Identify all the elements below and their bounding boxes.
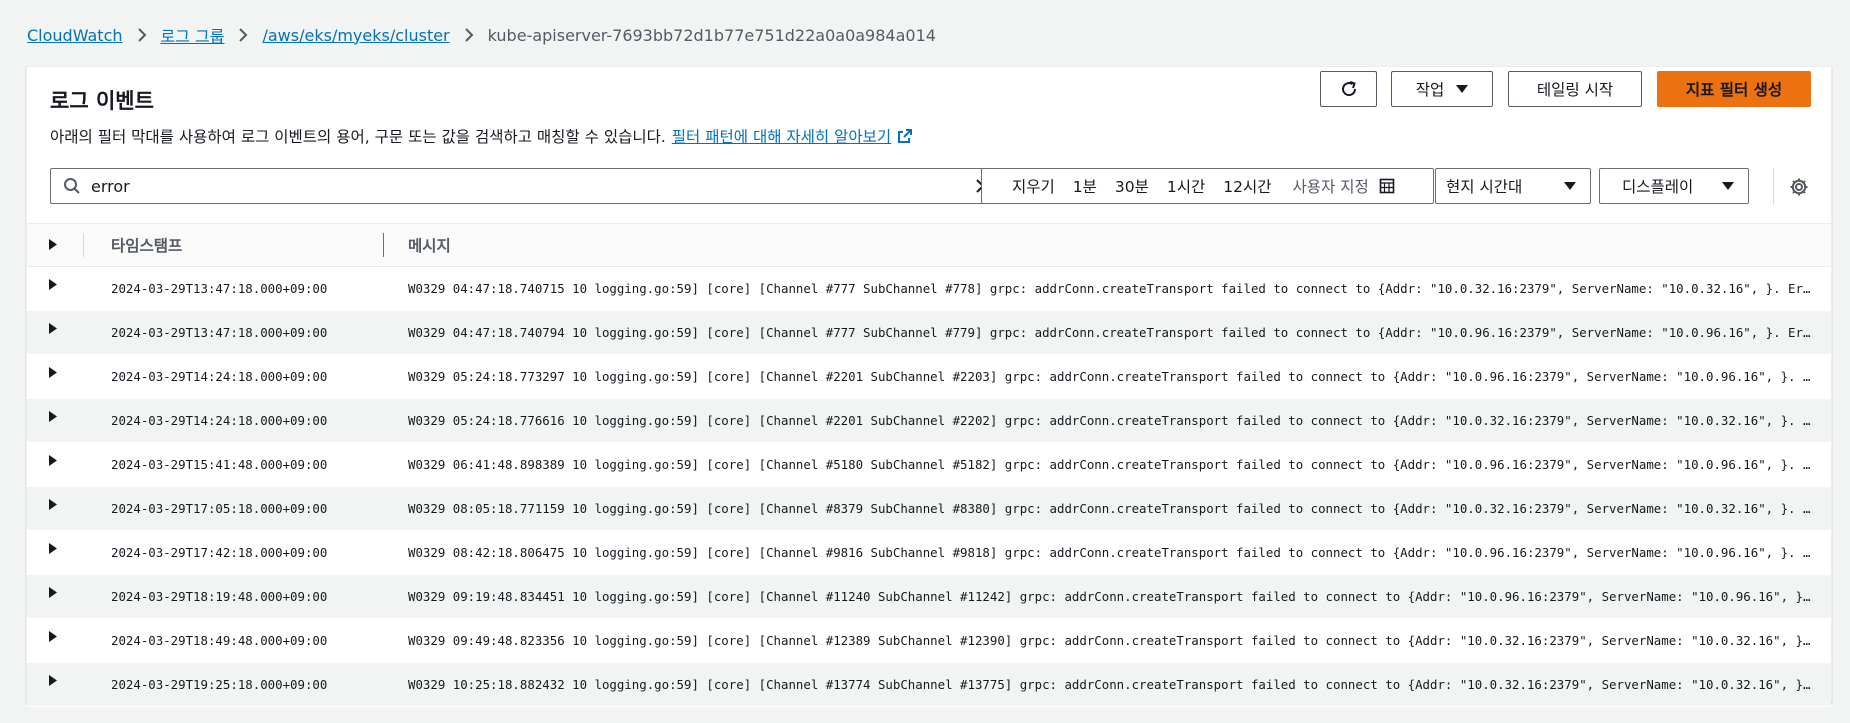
breadcrumb-cloudwatch[interactable]: CloudWatch (27, 26, 123, 45)
time-range-clear[interactable]: 지우기 (982, 175, 1064, 197)
log-events-table: 타임스탬프 메시지 2024-03-29T13:47:18.000+09:00 W… (27, 223, 1831, 707)
table-header: 타임스탬프 메시지 (27, 223, 1831, 267)
filter-pattern-learn-more-link[interactable]: 필터 패턴에 대해 자세히 알아보기 (672, 125, 891, 147)
breadcrumb: CloudWatch 로그 그룹 /aws/eks/myeks/cluster … (27, 22, 936, 48)
row-timestamp: 2024-03-29T13:47:18.000+09:00 (111, 281, 328, 296)
row-timestamp: 2024-03-29T19:25:18.000+09:00 (111, 677, 328, 692)
table-row[interactable]: 2024-03-29T14:24:18.000+09:00 W0329 05:24… (27, 399, 1831, 443)
row-timestamp: 2024-03-29T17:42:18.000+09:00 (111, 545, 328, 560)
row-message: W0329 05:24:18.773297 10 logging.go:59] … (408, 369, 1813, 384)
table-row[interactable]: 2024-03-29T17:05:18.000+09:00 W0329 08:05… (27, 487, 1831, 531)
expand-row-caret-icon[interactable] (49, 323, 57, 334)
table-row[interactable]: 2024-03-29T18:19:48.000+09:00 W0329 09:19… (27, 575, 1831, 619)
row-message: W0329 10:25:18.882432 10 logging.go:59] … (408, 677, 1813, 692)
row-message: W0329 09:19:48.834451 10 logging.go:59] … (408, 589, 1813, 604)
breadcrumb-log-groups[interactable]: 로그 그룹 (161, 23, 225, 47)
search-icon (63, 177, 81, 195)
timezone-selected: 현지 시간대 (1446, 178, 1523, 196)
timezone-select[interactable]: 현지 시간대 (1435, 168, 1591, 204)
expand-row-caret-icon[interactable] (49, 587, 57, 598)
table-row[interactable]: 2024-03-29T15:41:48.000+09:00 W0329 06:41… (27, 443, 1831, 487)
display-label: 디스플레이 (1622, 178, 1694, 196)
expand-row-caret-icon[interactable] (49, 499, 57, 510)
row-timestamp: 2024-03-29T17:05:18.000+09:00 (111, 501, 328, 516)
create-metric-filter-label: 지표 필터 생성 (1685, 81, 1783, 99)
expand-row-caret-icon[interactable] (49, 455, 57, 466)
chevron-right-icon (238, 28, 248, 42)
breadcrumb-current-stream: kube-apiserver-7693bb72d1b77e751d22a0a0a… (487, 25, 936, 45)
row-message: W0329 04:47:18.740794 10 logging.go:59] … (408, 325, 1813, 340)
time-range-12h[interactable]: 12시간 (1214, 175, 1280, 197)
row-timestamp: 2024-03-29T14:24:18.000+09:00 (111, 369, 328, 384)
row-message: W0329 04:47:18.740715 10 logging.go:59] … (408, 281, 1813, 296)
chevron-right-icon (464, 28, 474, 42)
panel-description: 아래의 필터 막대를 사용하여 로그 이벤트의 용어, 구문 또는 값을 검색하… (50, 125, 913, 147)
row-message: W0329 09:49:48.823356 10 logging.go:59] … (408, 633, 1813, 648)
table-row[interactable]: 2024-03-29T17:42:18.000+09:00 W0329 08:42… (27, 531, 1831, 575)
time-range-custom[interactable]: 사용자 지정 (1281, 175, 1395, 197)
gear-icon[interactable] (1789, 177, 1809, 197)
actions-dropdown-button[interactable]: 작업 (1391, 71, 1493, 107)
refresh-button[interactable] (1320, 71, 1377, 107)
caret-down-icon (1564, 182, 1576, 190)
start-tailing-label: 테일링 시작 (1536, 81, 1614, 99)
time-range-30m[interactable]: 30분 (1106, 175, 1158, 197)
caret-down-icon (1456, 85, 1469, 93)
expand-row-caret-icon[interactable] (49, 367, 57, 378)
row-message: W0329 05:24:18.776616 10 logging.go:59] … (408, 413, 1813, 428)
expand-row-caret-icon[interactable] (49, 631, 57, 642)
row-timestamp: 2024-03-29T13:47:18.000+09:00 (111, 325, 328, 340)
column-header-timestamp[interactable]: 타임스탬프 (111, 234, 182, 256)
table-row[interactable]: 2024-03-29T19:25:18.000+09:00 W0329 10:25… (27, 663, 1831, 707)
row-timestamp: 2024-03-29T18:49:48.000+09:00 (111, 633, 328, 648)
panel-title: 로그 이벤트 (50, 89, 154, 113)
column-divider (83, 233, 84, 257)
time-range-selector: 지우기 1분 30분 1시간 12시간 사용자 지정 (981, 168, 1434, 204)
start-tailing-button[interactable]: 테일링 시작 (1508, 71, 1642, 107)
expand-row-caret-icon[interactable] (49, 675, 57, 686)
time-range-1m[interactable]: 1분 (1064, 175, 1106, 197)
table-row[interactable]: 2024-03-29T13:47:18.000+09:00 W0329 04:47… (27, 311, 1831, 355)
calendar-icon (1379, 178, 1395, 194)
expand-row-caret-icon[interactable] (49, 543, 57, 554)
display-dropdown[interactable]: 디스플레이 (1599, 168, 1749, 204)
row-timestamp: 2024-03-29T18:19:48.000+09:00 (111, 589, 328, 604)
table-row[interactable]: 2024-03-29T14:24:18.000+09:00 W0329 05:24… (27, 355, 1831, 399)
external-link-icon (897, 128, 913, 144)
column-header-message[interactable]: 메시지 (408, 234, 451, 256)
expand-row-caret-icon[interactable] (49, 279, 57, 290)
expand-row-caret-icon[interactable] (49, 411, 57, 422)
breadcrumb-log-group[interactable]: /aws/eks/myeks/cluster (262, 26, 449, 45)
table-body: 2024-03-29T13:47:18.000+09:00 W0329 04:47… (27, 267, 1831, 707)
description-text: 아래의 필터 막대를 사용하여 로그 이벤트의 용어, 구문 또는 값을 검색하… (50, 128, 666, 146)
toolbar-divider (1773, 168, 1774, 204)
log-events-panel: 로그 이벤트 아래의 필터 막대를 사용하여 로그 이벤트의 용어, 구문 또는… (26, 66, 1832, 707)
column-resize-handle[interactable] (383, 233, 384, 257)
table-row[interactable]: 2024-03-29T13:47:18.000+09:00 W0329 04:47… (27, 267, 1831, 311)
row-timestamp: 2024-03-29T14:24:18.000+09:00 (111, 413, 328, 428)
create-metric-filter-button[interactable]: 지표 필터 생성 (1657, 71, 1811, 107)
refresh-icon (1339, 79, 1359, 99)
expand-all-caret-icon[interactable] (49, 239, 57, 250)
row-message: W0329 08:42:18.806475 10 logging.go:59] … (408, 545, 1813, 560)
filter-search-box (50, 168, 1002, 204)
row-message: W0329 06:41:48.898389 10 logging.go:59] … (408, 457, 1813, 472)
caret-down-icon (1722, 182, 1734, 190)
time-range-custom-label: 사용자 지정 (1292, 178, 1369, 196)
chevron-right-icon (137, 28, 147, 42)
actions-label: 작업 (1415, 81, 1445, 99)
time-range-1h[interactable]: 1시간 (1158, 175, 1214, 197)
table-row[interactable]: 2024-03-29T18:49:48.000+09:00 W0329 09:49… (27, 619, 1831, 663)
row-timestamp: 2024-03-29T15:41:48.000+09:00 (111, 457, 328, 472)
row-message: W0329 08:05:18.771159 10 logging.go:59] … (408, 501, 1813, 516)
search-input[interactable] (89, 175, 975, 197)
